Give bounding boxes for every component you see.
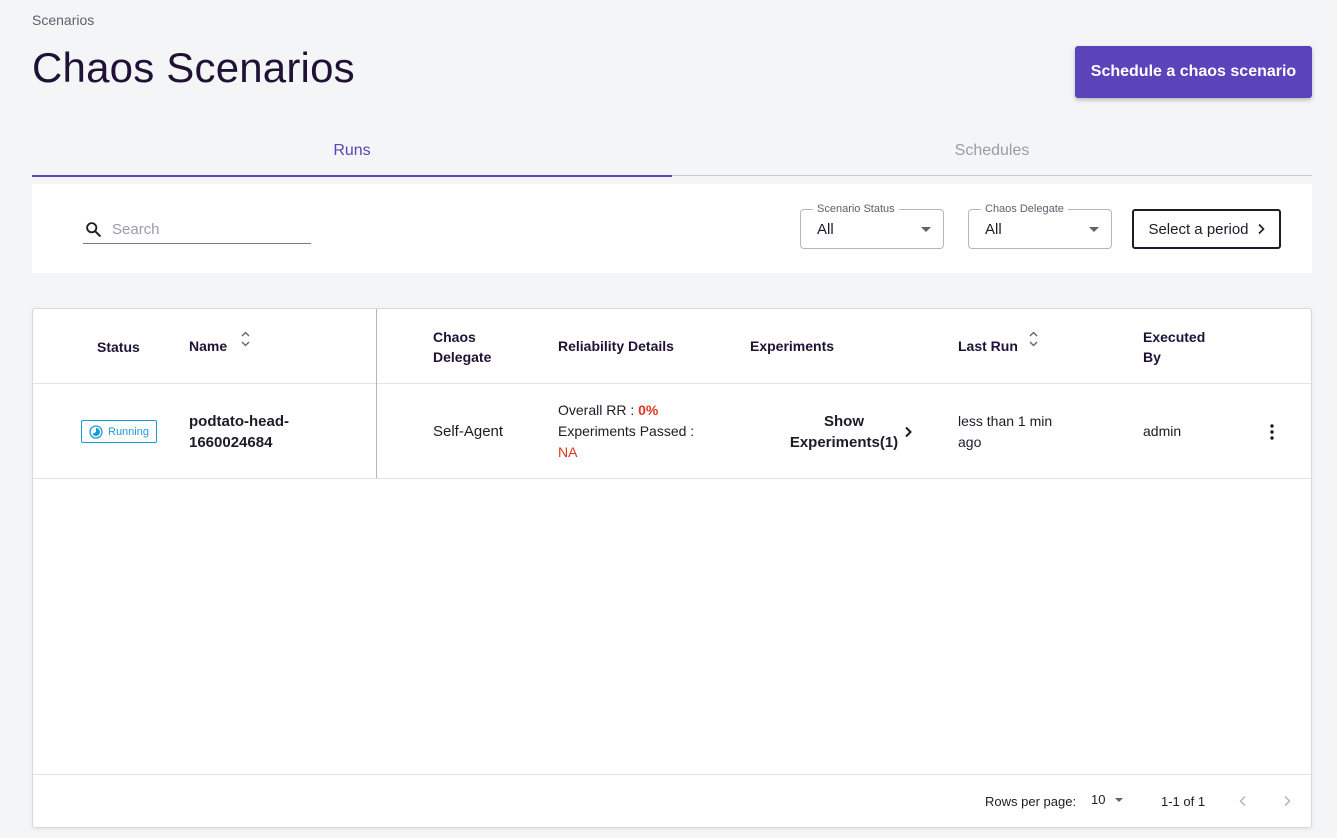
tab-runs[interactable]: Runs: [32, 126, 672, 177]
more-options-icon[interactable]: [1267, 423, 1277, 441]
scenario-status-value: All: [817, 221, 834, 238]
reliability-details-cell: Overall RR : 0% Experiments Passed : NA: [558, 400, 694, 463]
scenario-status-select[interactable]: Scenario Status All: [800, 204, 944, 249]
chevron-right-icon[interactable]: [904, 426, 912, 438]
chaos-delegate-select[interactable]: Chaos Delegate All: [968, 204, 1112, 249]
sort-down-icon: [1029, 341, 1038, 347]
last-run-cell: less than 1 min ago: [958, 411, 1052, 453]
header-executed-by: Executed By: [1143, 327, 1205, 367]
rows-per-page-select[interactable]: 10: [1091, 792, 1124, 807]
last-run-line1: less than 1 min: [958, 413, 1053, 429]
schedule-chaos-scenario-button[interactable]: Schedule a chaos scenario: [1075, 46, 1312, 98]
table-row[interactable]: Running podtato-head- 1660024684 Self-Ag…: [33, 384, 1311, 479]
scenario-status-label: Scenario Status: [813, 204, 899, 215]
show-experiments-line2: Experiments(1): [789, 434, 899, 451]
header-status: Status: [97, 339, 140, 355]
search-input[interactable]: [112, 221, 292, 238]
executed-by-cell: admin: [1143, 423, 1182, 439]
header-executed-by-line1: Executed: [1143, 329, 1206, 345]
status-badge: Running: [81, 420, 157, 443]
overall-rr: Overall RR : 0%: [558, 400, 694, 421]
chaos-delegate-label: Chaos Delegate: [981, 204, 1068, 215]
status-label: Running: [108, 425, 149, 438]
search-icon: [86, 222, 101, 237]
filter-toolbar: Scenario Status All Chaos Delegate All S…: [32, 184, 1312, 273]
header-reliability-details: Reliability Details: [558, 338, 674, 354]
rows-per-page-value: 10: [1091, 792, 1106, 807]
page-title: Chaos Scenarios: [32, 44, 355, 91]
select-period-button[interactable]: Select a period: [1132, 209, 1281, 249]
overall-rr-value: 0%: [638, 402, 659, 418]
overall-rr-label: Overall RR :: [558, 402, 639, 418]
scenario-name-line1: podtato-head-: [189, 413, 289, 430]
search-field: [83, 216, 311, 244]
header-chaos-delegate-line1: Chaos: [433, 329, 476, 345]
show-experiments-button[interactable]: Show Experiments(1): [774, 411, 914, 453]
header-name: Name: [189, 338, 228, 354]
last-run-line2: ago: [958, 434, 982, 450]
pagination-range: 1-1 of 1: [1161, 794, 1206, 809]
chevron-right-icon: [1257, 223, 1265, 235]
header-experiments: Experiments: [750, 338, 835, 354]
next-page-icon[interactable]: [1283, 795, 1291, 807]
caret-down-icon: [1089, 227, 1099, 232]
pagination: Rows per page: 10 1-1 of 1: [33, 774, 1311, 827]
sort-down-icon: [241, 341, 250, 347]
header-chaos-delegate: Chaos Delegate: [433, 327, 491, 367]
experiments-passed-value: NA: [558, 444, 578, 460]
header-executed-by-line2: By: [1143, 349, 1161, 365]
table-header: Status Name Chaos Delegate Reliability D…: [33, 309, 1311, 384]
experiments-passed-label: Experiments Passed :: [558, 423, 695, 439]
tabs: Runs Schedules: [32, 126, 1312, 177]
scenario-name-line2: 1660024684: [189, 434, 273, 451]
scenario-name-link[interactable]: podtato-head- 1660024684: [189, 411, 289, 453]
chaos-delegate-cell: Self-Agent: [433, 423, 504, 440]
show-experiments-line1: Show: [824, 413, 864, 430]
sort-last-run-button[interactable]: [1029, 331, 1038, 347]
chaos-delegate-value: All: [985, 221, 1002, 238]
sort-up-icon: [241, 331, 250, 337]
running-icon: [89, 424, 103, 439]
select-period-label: Select a period: [1148, 220, 1249, 238]
header-chaos-delegate-line2: Delegate: [433, 349, 492, 365]
caret-down-icon: [921, 227, 931, 232]
rows-per-page-label: Rows per page:: [985, 794, 1077, 809]
tab-schedules[interactable]: Schedules: [672, 126, 1312, 176]
header-last-run: Last Run: [958, 338, 1018, 354]
caret-down-icon: [1115, 797, 1124, 802]
breadcrumb[interactable]: Scenarios: [32, 12, 94, 28]
previous-page-icon[interactable]: [1239, 795, 1247, 807]
scenario-runs-table: Status Name Chaos Delegate Reliability D…: [32, 308, 1312, 828]
sort-up-icon: [1029, 331, 1038, 337]
sort-name-button[interactable]: [241, 331, 250, 347]
